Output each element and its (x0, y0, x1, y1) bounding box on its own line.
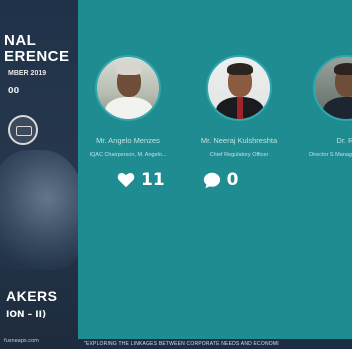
post-thumbnail[interactable]: NAL ERENCE MBER 2019 00 AKERS ION – II) … (0, 0, 352, 349)
poster-time: 00 (8, 86, 20, 95)
likes-count: 11 (141, 170, 165, 190)
event-theme-ribbon: "EXPLORING THE LINKAGES BETWEEN CORPORAT… (78, 339, 352, 349)
poster-title-line1: NAL (4, 32, 37, 49)
speaker-card: Mr. Neeraj Kulshreshta Chief Regulatory … (189, 55, 289, 159)
comments-stat[interactable]: 0 (203, 170, 239, 190)
speaker-name: Mr. Neeraj Kulshreshta (200, 136, 278, 145)
microphone-graphic (0, 150, 78, 270)
speaker-name: Dr. R. (336, 136, 352, 145)
speaker-role: Chief Regulatory Officer (209, 152, 269, 158)
comments-count: 0 (226, 170, 239, 190)
speaker-photo (206, 55, 272, 121)
speaker-card: Mr. Angelo Menzes IQAC Chairperson, M. A… (78, 55, 178, 159)
poster-speakers-heading: AKERS (6, 288, 58, 304)
poster-title-line2: ERENCE (4, 48, 70, 65)
speaker-role: IQAC Chairperson, M. Angelo... (89, 152, 167, 158)
poster-session: ION – II) (6, 310, 47, 320)
speaker-role: Director S Management Unive (309, 152, 352, 158)
poster-date: MBER 2019 (8, 70, 47, 77)
speaker-name: Mr. Angelo Menzes (96, 136, 160, 145)
poster-website: fusneaps.com (4, 338, 39, 344)
speaker-photo (95, 55, 161, 121)
post-stats-overlay: 11 0 (117, 170, 239, 190)
speech-bubble-icon (203, 172, 227, 189)
speaker-card: Dr. R. Director S Management Unive (296, 55, 352, 159)
institution-logo-icon (8, 115, 38, 145)
poster-panel: NAL ERENCE MBER 2019 00 AKERS ION – II) … (0, 0, 78, 349)
heart-icon (117, 172, 141, 188)
likes-stat[interactable]: 11 (117, 170, 165, 190)
speaker-photo (313, 55, 352, 121)
